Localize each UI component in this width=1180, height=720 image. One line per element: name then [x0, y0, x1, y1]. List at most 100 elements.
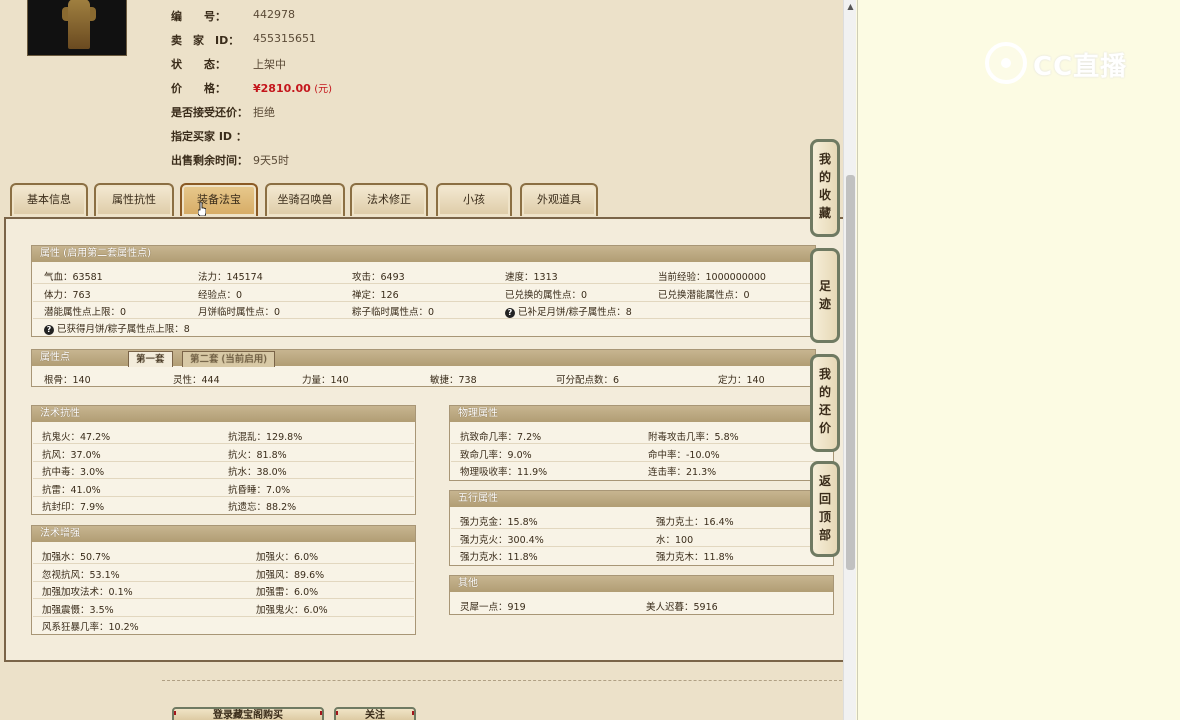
- tab-appearance[interactable]: 外观道具: [520, 183, 598, 216]
- attr-exp: 当前经验：1000000000: [658, 272, 766, 283]
- char: 足: [818, 279, 831, 293]
- wind-crit-rate: 风系狂暴几率：10.2%: [42, 622, 139, 633]
- price-value: ¥2810.00: [253, 82, 311, 95]
- tab-child[interactable]: 小孩: [436, 183, 512, 216]
- tab-mounts-pets[interactable]: 坐骑召唤兽: [265, 183, 345, 216]
- attr-exp-points: 经验点：0: [198, 290, 243, 301]
- element-water: 水：100: [656, 535, 694, 546]
- attr-supplemented: ? 已补足月饼/粽子属性点：8: [505, 304, 632, 318]
- physical-box: 物理属性 抗致命几率：7.2% 附毒攻击几率：5.8% 致命几率：9.0% 命中…: [449, 405, 834, 481]
- other-box: 其他 灵犀一点：919 美人迟暮：5916: [449, 575, 834, 615]
- attr-hp: 气血：63581: [44, 272, 103, 283]
- attr-obtained-cap-text: 已获得月饼/粽子属性点上限：8: [57, 324, 190, 335]
- char: 价: [818, 421, 831, 435]
- point-constitution: 根骨：140: [44, 375, 91, 386]
- page-scrollbar[interactable]: ▲: [843, 0, 856, 720]
- attr-supplemented-text: 已补足月饼/粽子属性点：8: [518, 307, 632, 318]
- other-beauty: 美人迟暮：5916: [646, 602, 718, 613]
- char: 返: [818, 474, 831, 488]
- divider: [33, 616, 414, 617]
- number-value: 442978: [253, 8, 295, 21]
- resist-chaos: 抗混乱：129.8%: [228, 432, 303, 443]
- resist-thunder: 抗雷：41.0%: [42, 485, 101, 496]
- resist-fire: 抗火：81.8%: [228, 450, 287, 461]
- point-agility: 敏捷：738: [430, 375, 477, 386]
- boost-thunder: 加强雷：6.0%: [256, 587, 319, 598]
- attr-potential-cap: 潜能属性点上限：0: [44, 307, 127, 318]
- hit-rate: 命中率：-10.0%: [648, 450, 720, 461]
- attr-exchanged-potential: 已兑换潜能属性点：0: [658, 290, 750, 301]
- price-label: 价 格：: [171, 82, 226, 95]
- anti-crit-rate: 抗致命几率：7.2%: [460, 432, 542, 443]
- footprints-button[interactable]: 足 迹: [810, 248, 840, 343]
- follow-button[interactable]: 关注: [334, 707, 416, 720]
- combo-rate: 连击率：21.3%: [648, 467, 717, 478]
- resist-wind: 抗风：37.0%: [42, 450, 101, 461]
- attr-mooncake-temp: 月饼临时属性点：0: [198, 307, 281, 318]
- bargain-label: 是否接受还价：: [171, 106, 248, 119]
- divider: [33, 283, 814, 284]
- divider: [33, 496, 414, 497]
- attr-obtained-cap: ? 已获得月饼/粽子属性点上限：8: [44, 321, 190, 335]
- attr-exchanged: 已兑换的属性点：0: [505, 290, 588, 301]
- divider-dotted: [162, 680, 842, 681]
- back-to-top-button[interactable]: 返 回 顶 部: [810, 461, 840, 557]
- ignore-wind-resist: 忽视抗风：53.1%: [42, 570, 120, 581]
- poison-attack-rate: 附毒攻击几率：5.8%: [648, 432, 739, 443]
- scroll-thumb[interactable]: [846, 175, 855, 570]
- subtab-set-two[interactable]: 第二套 (当前启用): [182, 351, 275, 367]
- help-icon[interactable]: ?: [505, 308, 515, 318]
- counter-metal: 强力克金：15.8%: [460, 517, 538, 528]
- divider: [33, 563, 414, 564]
- divider: [33, 581, 414, 582]
- my-bargain-button[interactable]: 我 的 还 价: [810, 354, 840, 452]
- status-value: 上架中: [253, 58, 286, 71]
- resist-poison: 抗中毒：3.0%: [42, 467, 105, 478]
- attr-box-title: 属性 (启用第二套属性点): [32, 246, 815, 262]
- resist-sleep: 抗昏睡：7.0%: [228, 485, 291, 496]
- spell-boost-box: 法术增强 加强水：50.7% 加强火：6.0% 忽视抗风：53.1% 加强风：8…: [31, 525, 416, 635]
- divider: [33, 598, 414, 599]
- other-lingxi: 灵犀一点：919: [460, 602, 526, 613]
- price-wrap: ¥2810.00 (元): [253, 80, 332, 95]
- login-buy-button[interactable]: 登录藏宝阁购买: [172, 707, 324, 720]
- subtab-set-one[interactable]: 第一套: [128, 351, 173, 367]
- character-body: [68, 0, 90, 49]
- divider: [33, 443, 414, 444]
- crit-rate: 致命几率：9.0%: [460, 450, 532, 461]
- attr-attack: 攻击：6493: [352, 272, 405, 283]
- char: 回: [818, 492, 831, 506]
- char: 我: [818, 367, 831, 381]
- spell-resist-box: 法术抗性 抗鬼火：47.2% 抗混乱：129.8% 抗风：37.0% 抗火：81…: [31, 405, 416, 515]
- help-icon[interactable]: ?: [44, 325, 54, 335]
- attr-box: 属性 (启用第二套属性点) 气血：63581 法力：145174 攻击：6493…: [31, 245, 816, 337]
- point-strength: 力量：140: [302, 375, 349, 386]
- watermark-logo-icon: [985, 42, 1027, 84]
- five-elements-title: 五行属性: [450, 491, 833, 507]
- char: 藏: [818, 206, 831, 220]
- resist-seal: 抗封印：7.9%: [42, 502, 105, 513]
- stream-watermark: CC直播: [985, 40, 1145, 86]
- tab-basic-info[interactable]: 基本信息: [10, 183, 88, 216]
- attr-zongzi-temp: 粽子临时属性点：0: [352, 307, 435, 318]
- my-favorites-button[interactable]: 我 的 收 藏: [810, 139, 840, 237]
- boost-water: 加强水：50.7%: [42, 552, 111, 563]
- counter-earth: 强力克土：16.4%: [656, 517, 734, 528]
- divider: [33, 301, 814, 302]
- char: 我: [818, 152, 831, 166]
- tab-equipment[interactable]: 装备法宝: [180, 183, 258, 216]
- tab-attributes[interactable]: 属性抗性: [94, 183, 174, 216]
- watermark-text: CC直播: [1033, 52, 1128, 82]
- counter-wood: 强力克木：11.8%: [656, 552, 734, 563]
- attributes-panel: 属性 (启用第二套属性点) 气血：63581 法力：145174 攻击：6493…: [4, 217, 843, 662]
- scroll-up-arrow-icon[interactable]: ▲: [846, 2, 855, 11]
- char: 收: [818, 188, 831, 202]
- char: 还: [818, 403, 831, 417]
- boost-attack-spell: 加强加攻法术：0.1%: [42, 587, 133, 598]
- trade-page: 编 号： 442978 卖 家 ID： 455315651 状 态： 上架中 价…: [0, 0, 843, 720]
- divider: [33, 478, 414, 479]
- spell-boost-title: 法术增强: [32, 526, 415, 542]
- attr-zen: 禅定：126: [352, 290, 399, 301]
- divider: [451, 546, 832, 547]
- tab-spell-mods[interactable]: 法术修正: [350, 183, 428, 216]
